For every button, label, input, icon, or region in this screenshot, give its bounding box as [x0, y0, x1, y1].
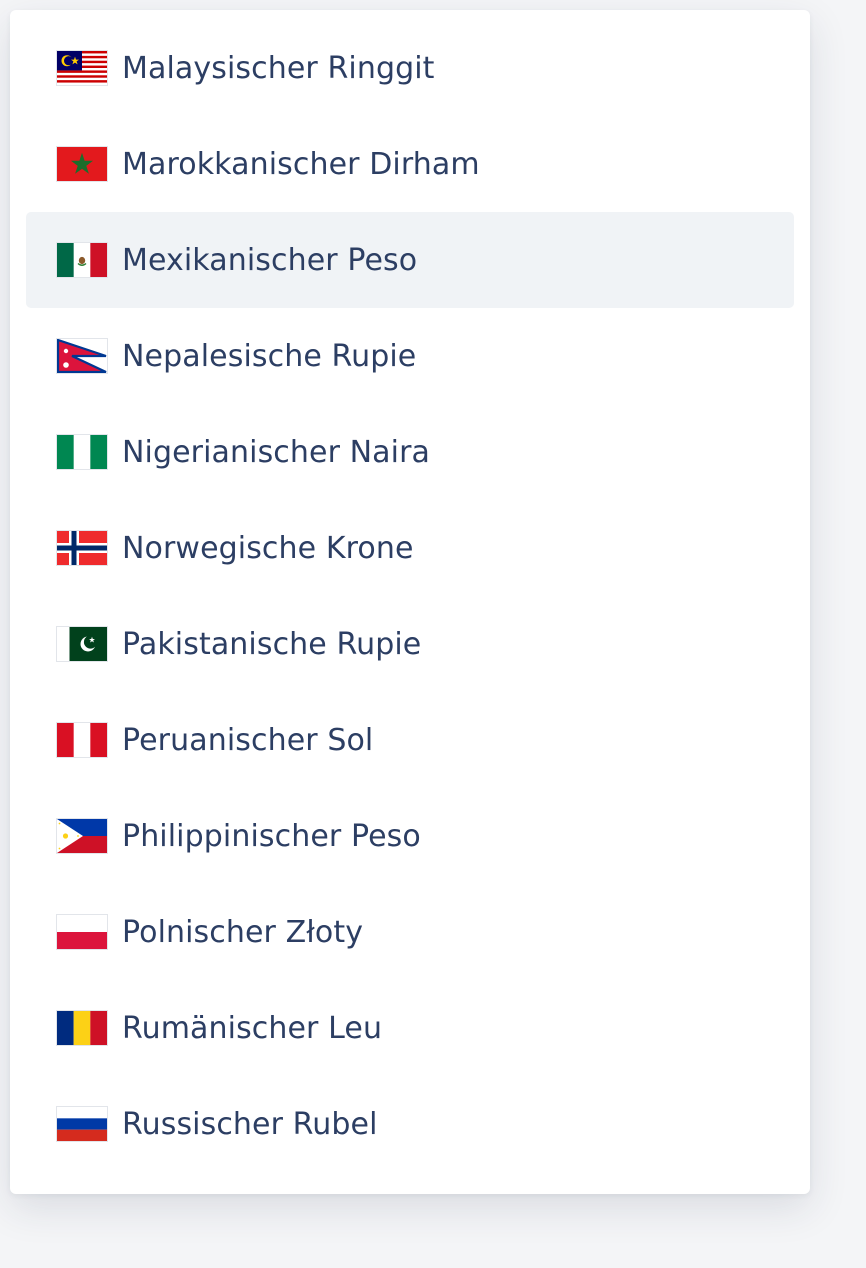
philippines-flag-icon — [57, 819, 107, 853]
currency-option-moroccan-dirham[interactable]: Marokkanischer Dirham — [26, 116, 794, 212]
morocco-flag-icon — [57, 147, 107, 181]
currency-option-label: Russischer Rubel — [122, 1106, 378, 1142]
currency-option-label: Norwegische Krone — [122, 530, 414, 566]
currency-option-label: Polnischer Złoty — [122, 914, 364, 950]
currency-option-malaysian-ringgit[interactable]: Malaysischer Ringgit — [26, 20, 794, 116]
peru-flag-icon — [57, 723, 107, 757]
nepal-flag-icon — [57, 339, 107, 373]
currency-option-label: Marokkanischer Dirham — [122, 146, 480, 182]
mexico-flag-icon — [57, 243, 107, 277]
currency-option-label: Malaysischer Ringgit — [122, 50, 435, 86]
nigeria-flag-icon — [57, 435, 107, 469]
pakistan-flag-icon — [57, 627, 107, 661]
currency-option-label: Nepalesische Rupie — [122, 338, 417, 374]
currency-option-label: Peruanischer Sol — [122, 722, 374, 758]
currency-option-pakistani-rupee[interactable]: Pakistanische Rupie — [26, 596, 794, 692]
currency-option-peruvian-sol[interactable]: Peruanischer Sol — [26, 692, 794, 788]
poland-flag-icon — [57, 915, 107, 949]
currency-option-polish-zloty[interactable]: Polnischer Złoty — [26, 884, 794, 980]
norway-flag-icon — [57, 531, 107, 565]
currency-option-norwegian-krone[interactable]: Norwegische Krone — [26, 500, 794, 596]
currency-option-label: Nigerianischer Naira — [122, 434, 431, 470]
currency-option-label: Rumänischer Leu — [122, 1010, 383, 1046]
currency-option-philippine-peso[interactable]: Philippinischer Peso — [26, 788, 794, 884]
russia-flag-icon — [57, 1107, 107, 1141]
currency-option-label: Mexikanischer Peso — [122, 242, 418, 278]
currency-option-label: Philippinischer Peso — [122, 818, 421, 854]
currency-option-romanian-leu[interactable]: Rumänischer Leu — [26, 980, 794, 1076]
currency-dropdown-list: Malaysischer Ringgit Marokkanischer Dirh… — [10, 10, 810, 1194]
currency-option-mexican-peso[interactable]: Mexikanischer Peso — [26, 212, 794, 308]
currency-option-russian-ruble[interactable]: Russischer Rubel — [26, 1076, 794, 1172]
romania-flag-icon — [57, 1011, 107, 1045]
currency-option-label: Pakistanische Rupie — [122, 626, 422, 662]
currency-option-nigerian-naira[interactable]: Nigerianischer Naira — [26, 404, 794, 500]
currency-option-nepalese-rupee[interactable]: Nepalesische Rupie — [26, 308, 794, 404]
malaysia-flag-icon — [57, 51, 107, 85]
